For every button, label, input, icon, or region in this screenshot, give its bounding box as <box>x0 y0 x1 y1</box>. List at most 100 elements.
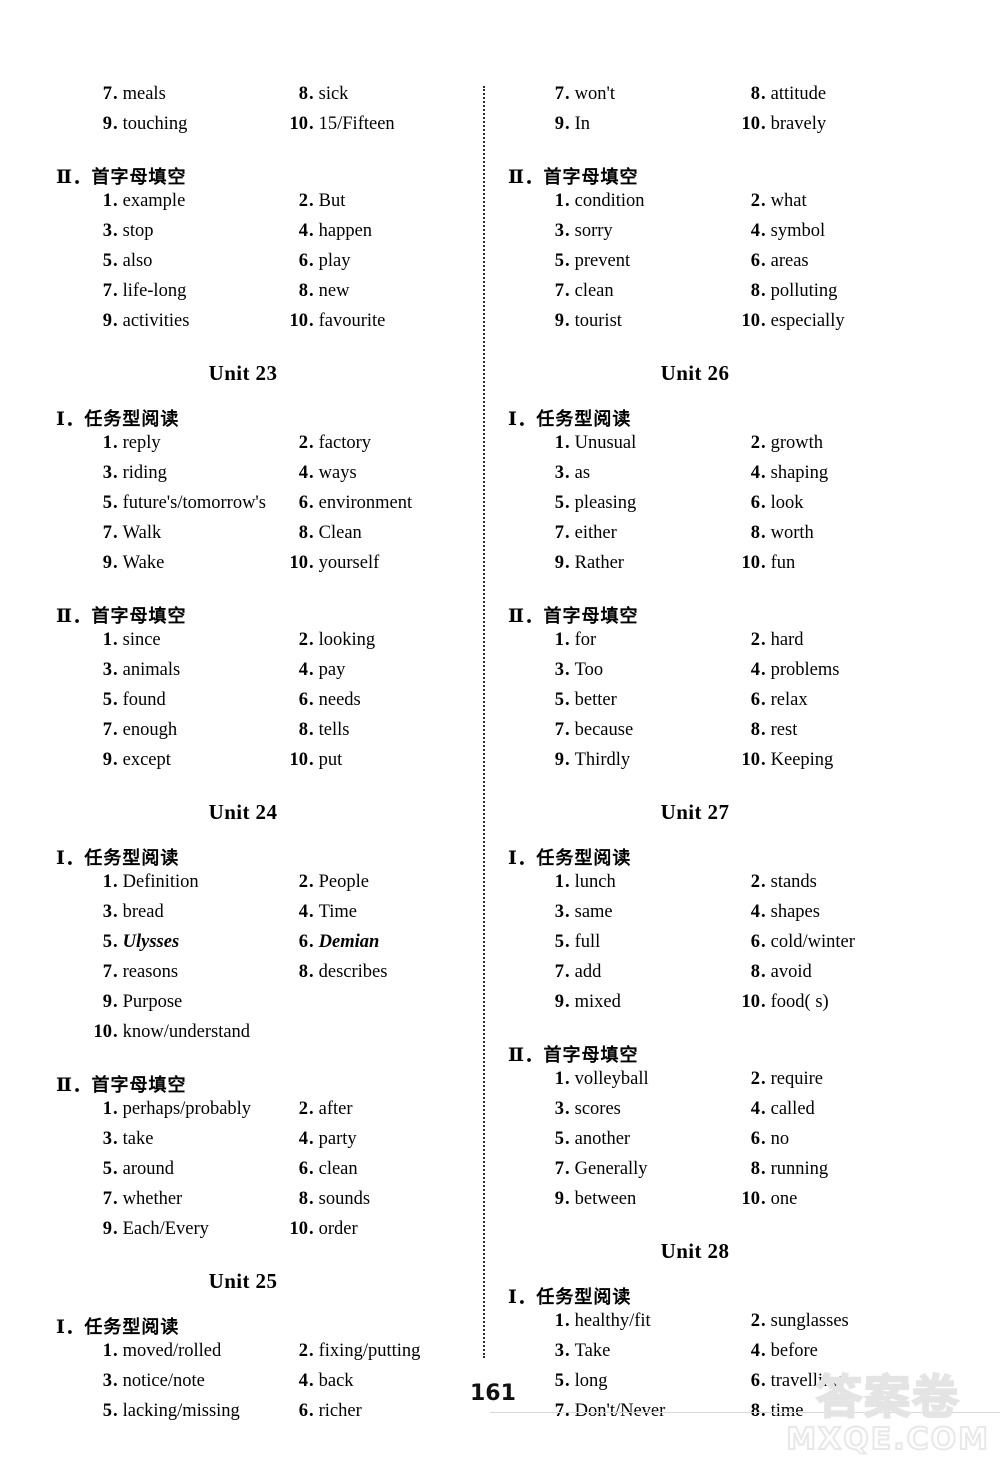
section-title-text: 首字母填空 <box>91 1075 187 1096</box>
answer-row: 5. also 6. play <box>56 251 486 281</box>
answer-item: 4. problems <box>726 660 938 681</box>
answer-number: 8 <box>298 962 308 982</box>
answer-value: another <box>574 1129 631 1149</box>
answer-number: 4 <box>298 902 308 922</box>
answer-item: 8. attitude <box>726 84 938 105</box>
answer-number: 8 <box>750 281 760 301</box>
answer-row: 1. reply 2. factory <box>56 433 486 463</box>
answer-row: 1. since 2. looking <box>56 630 486 660</box>
answer-item: 6. cold/winter <box>726 932 938 953</box>
answer-number: 5 <box>102 1159 112 1179</box>
answer-dot: . <box>565 1189 570 1209</box>
answer-item: 6. areas <box>726 251 938 272</box>
answer-number: 3 <box>102 1371 112 1391</box>
answer-row: 9. between 10. one <box>508 1189 938 1219</box>
answer-dot: . <box>113 463 118 483</box>
answer-number: 2 <box>298 630 308 650</box>
answer-item: 6. environment <box>274 493 486 514</box>
answer-dot: . <box>565 523 570 543</box>
answer-number: 2 <box>750 1069 760 1089</box>
answer-dot: . <box>113 191 118 211</box>
answer-value: mixed <box>574 992 621 1012</box>
answer-number: 8 <box>750 523 760 543</box>
answer-item: 6. Demian <box>274 932 486 953</box>
answer-number: 3 <box>554 902 564 922</box>
answer-value: fun <box>770 553 796 573</box>
answer-value: Time <box>318 902 358 922</box>
answer-list-unit23-reading: 1. reply 2. factory 3. riding 4. ways 5. futu… <box>56 433 486 583</box>
answer-number: 6 <box>298 1401 308 1421</box>
answer-item: 3. same <box>508 902 726 923</box>
answer-row: 1. volleyball 2. require <box>508 1069 938 1099</box>
answer-dot: . <box>565 1069 570 1089</box>
answer-dot: . <box>309 523 314 543</box>
answer-row: 5. found 6. needs <box>56 690 486 720</box>
answer-dot: . <box>761 1189 766 1209</box>
answer-dot: . <box>113 1219 118 1239</box>
answer-item: 4. shaping <box>726 463 938 484</box>
answer-number: 8 <box>298 84 308 104</box>
answer-row: 7. clean 8. polluting <box>508 281 938 311</box>
answer-value: meals <box>122 84 166 104</box>
answer-value: yourself <box>318 553 380 573</box>
answer-number: 5 <box>102 932 112 952</box>
answer-dot: . <box>761 311 766 331</box>
answer-number: 6 <box>298 1159 308 1179</box>
answer-number: 9 <box>554 1189 564 1209</box>
answer-row: 9. touching 10. 15/Fifteen <box>56 114 486 144</box>
answer-number: 4 <box>750 463 760 483</box>
answer-row: 9. activities 10. favourite <box>56 311 486 341</box>
answer-number: 9 <box>554 553 564 573</box>
answer-dot: . <box>761 1099 766 1119</box>
footer-rule <box>490 1412 1000 1413</box>
answer-number: 1 <box>102 630 112 650</box>
answer-item: 4. pay <box>274 660 486 681</box>
answer-value: no <box>770 1129 790 1149</box>
answer-dot: . <box>761 1371 766 1391</box>
answer-dot: . <box>113 1401 118 1421</box>
answer-dot: . <box>565 221 570 241</box>
answer-row: 9. In 10. bravely <box>508 114 938 144</box>
section-heading-cloze: Ⅱ．首字母填空 <box>56 601 486 628</box>
answer-row: 1. Unusual 2. growth <box>508 433 938 463</box>
answer-value: add <box>574 962 602 982</box>
answer-number: 1 <box>554 1311 564 1331</box>
answer-value: won't <box>574 84 615 104</box>
answer-value: sounds <box>318 1189 371 1209</box>
answer-row: 9. except 10. put <box>56 750 486 780</box>
answer-number: 3 <box>102 1129 112 1149</box>
answer-item: 10. favourite <box>274 311 486 332</box>
section-heading-cloze: Ⅱ．首字母填空 <box>508 162 938 189</box>
answer-item: 10. especially <box>726 311 938 332</box>
answer-dot: . <box>761 932 766 952</box>
answer-value: hard <box>770 630 804 650</box>
answer-number: 5 <box>554 251 564 271</box>
answer-value: needs <box>318 690 361 710</box>
answer-dot: . <box>565 281 570 301</box>
answer-value: Demian <box>318 932 380 952</box>
answer-row: 1. healthy/fit 2. sunglasses <box>508 1311 938 1341</box>
answer-item: 7. add <box>508 962 726 983</box>
answer-item: 2. People <box>274 872 486 893</box>
left-column: 7. meals 8. sick 9. touching 10. 15/Fifteen <box>56 84 486 1431</box>
answer-item: 10. 15/Fifteen <box>274 114 486 135</box>
answer-value: sorry <box>574 221 613 241</box>
answer-item: 10. put <box>274 750 486 771</box>
answer-item: 9. Thirdly <box>508 750 726 771</box>
section-heading-reading: Ⅰ．任务型阅读 <box>56 1312 486 1339</box>
section-title-text: 首字母填空 <box>543 167 639 188</box>
answer-item: 8. tells <box>274 720 486 741</box>
answer-dot: . <box>761 553 766 573</box>
answer-number: 4 <box>750 221 760 241</box>
answer-number: 5 <box>554 1129 564 1149</box>
answer-number: 2 <box>750 630 760 650</box>
answer-value: Rather <box>574 553 624 573</box>
answer-row: 3. same 4. shapes <box>508 902 938 932</box>
answer-value: order <box>318 1219 358 1239</box>
answer-dot: . <box>761 962 766 982</box>
answer-number: 5 <box>102 1401 112 1421</box>
answer-value: as <box>574 463 591 483</box>
answer-row: 5. better 6. relax <box>508 690 938 720</box>
answer-dot: . <box>309 221 314 241</box>
answer-dot: . <box>761 251 766 271</box>
